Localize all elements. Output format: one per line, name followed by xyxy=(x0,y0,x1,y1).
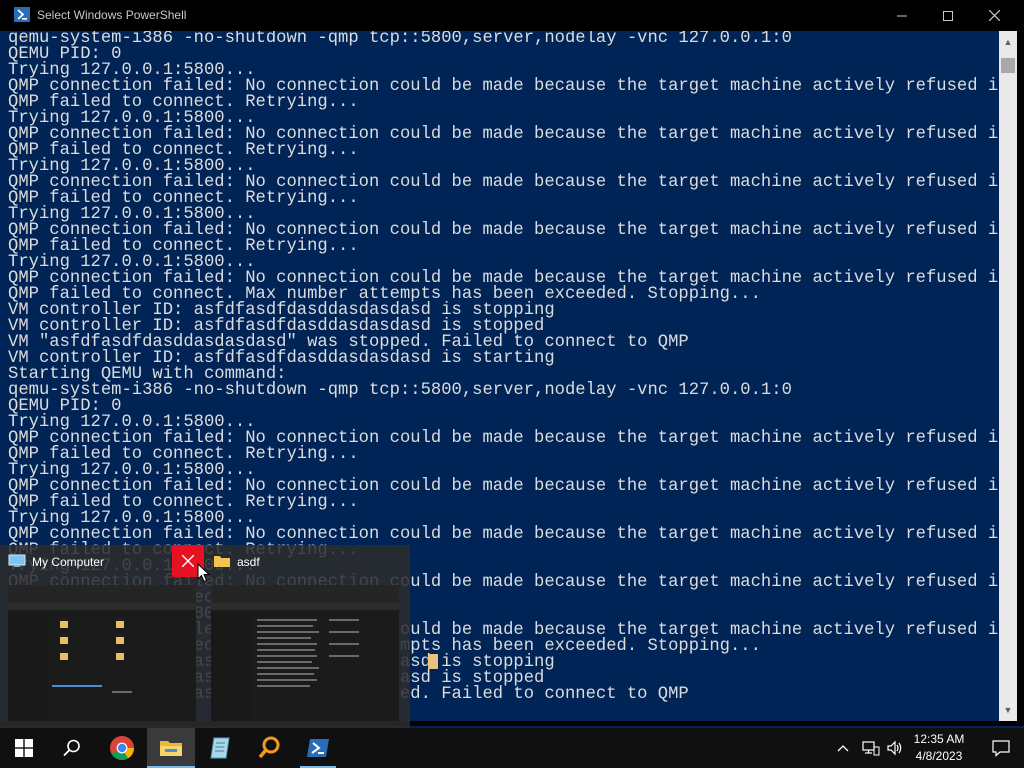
clock[interactable]: 12:35 AM 4/8/2023 xyxy=(906,731,972,765)
preview-ribbon xyxy=(211,585,399,603)
taskbar-powershell[interactable] xyxy=(294,728,342,768)
scroll-up-icon[interactable]: ▲ xyxy=(999,33,1017,51)
window-title: Select Windows PowerShell xyxy=(37,8,187,22)
preview-file-row xyxy=(257,625,313,627)
thumbnail-preview xyxy=(211,585,399,721)
thumbnail-my-computer[interactable]: My Computer xyxy=(0,545,205,728)
windows-logo-icon xyxy=(15,739,33,757)
preview-file-row xyxy=(257,649,315,651)
powershell-icon xyxy=(14,7,30,22)
minimize-button[interactable] xyxy=(879,0,925,31)
maximize-icon xyxy=(943,10,953,21)
network-icon[interactable] xyxy=(862,739,880,757)
preview-file-row xyxy=(257,631,319,633)
folder-icon xyxy=(160,741,182,756)
preview-drive-bar xyxy=(52,685,102,687)
preview-sidebar xyxy=(8,613,48,721)
magnifier-app-icon xyxy=(258,736,280,759)
mouse-pointer-icon xyxy=(197,563,211,583)
chrome-icon xyxy=(110,736,134,761)
preview-file-row xyxy=(257,679,317,681)
volume-icon[interactable] xyxy=(886,739,904,757)
preview-file-row xyxy=(257,637,311,639)
preview-file-row xyxy=(329,631,359,633)
vertical-scrollbar[interactable]: ▲ ▼ xyxy=(999,31,1017,721)
preview-navbar xyxy=(211,603,399,610)
taskbar-notepad[interactable] xyxy=(196,728,244,768)
preview-file-row xyxy=(257,655,317,657)
start-button[interactable] xyxy=(0,728,48,768)
scrollbar-thumb[interactable] xyxy=(1001,58,1015,73)
preview-drive-bar xyxy=(112,691,132,693)
taskbar-file-explorer[interactable] xyxy=(147,728,195,768)
preview-ribbon xyxy=(8,585,196,603)
close-icon xyxy=(988,10,1000,21)
preview-folder xyxy=(60,621,68,628)
preview-file-row xyxy=(257,619,317,621)
title-bar[interactable]: Select Windows PowerShell xyxy=(0,0,1024,31)
preview-folder xyxy=(60,653,68,660)
chevron-up-icon[interactable] xyxy=(836,736,850,760)
close-icon xyxy=(182,555,194,567)
this-pc-icon xyxy=(8,554,26,567)
folder-icon xyxy=(214,556,230,567)
preview-folder xyxy=(116,637,124,644)
preview-file-row xyxy=(257,673,314,675)
preview-file-row xyxy=(257,685,310,687)
preview-folder xyxy=(116,621,124,628)
thumbnail-title: asdf xyxy=(237,555,260,569)
powershell-icon xyxy=(307,739,329,757)
preview-sidebar xyxy=(211,613,251,721)
text-cursor xyxy=(428,654,438,669)
clock-time: 12:35 AM xyxy=(913,732,965,746)
taskbar-chrome[interactable] xyxy=(98,728,146,768)
thumbnail-preview xyxy=(8,585,196,721)
notepad-icon xyxy=(210,737,230,759)
preview-navbar xyxy=(8,603,196,610)
thumbnail-asdf[interactable]: asdf xyxy=(205,545,410,728)
preview-file-row xyxy=(257,661,312,663)
preview-file-row xyxy=(329,619,359,621)
preview-folder xyxy=(116,653,124,660)
console-line: qemu-system-i386 -no-shutdown -qmp tcp::… xyxy=(8,31,792,48)
console-line: qemu-system-i386 -no-shutdown -qmp tcp::… xyxy=(8,381,792,400)
preview-file-row xyxy=(257,667,319,669)
scroll-down-icon[interactable]: ▼ xyxy=(999,701,1017,719)
minimize-icon xyxy=(897,15,907,16)
thumbnail-title: My Computer xyxy=(32,555,105,569)
preview-file-row xyxy=(257,643,317,645)
preview-folder xyxy=(60,637,68,644)
search-icon xyxy=(63,739,80,757)
notification-icon xyxy=(992,740,1010,757)
search-button[interactable] xyxy=(48,728,96,768)
taskbar-app[interactable] xyxy=(245,728,293,768)
taskbar: 12:35 AM 4/8/2023 xyxy=(0,728,1024,768)
maximize-button[interactable] xyxy=(925,0,971,31)
window-border xyxy=(1017,31,1024,721)
action-center-button[interactable] xyxy=(978,728,1024,768)
preview-file-row xyxy=(329,655,359,657)
preview-file-row xyxy=(329,643,359,645)
close-button[interactable] xyxy=(971,0,1017,31)
clock-date: 4/8/2023 xyxy=(915,749,963,763)
